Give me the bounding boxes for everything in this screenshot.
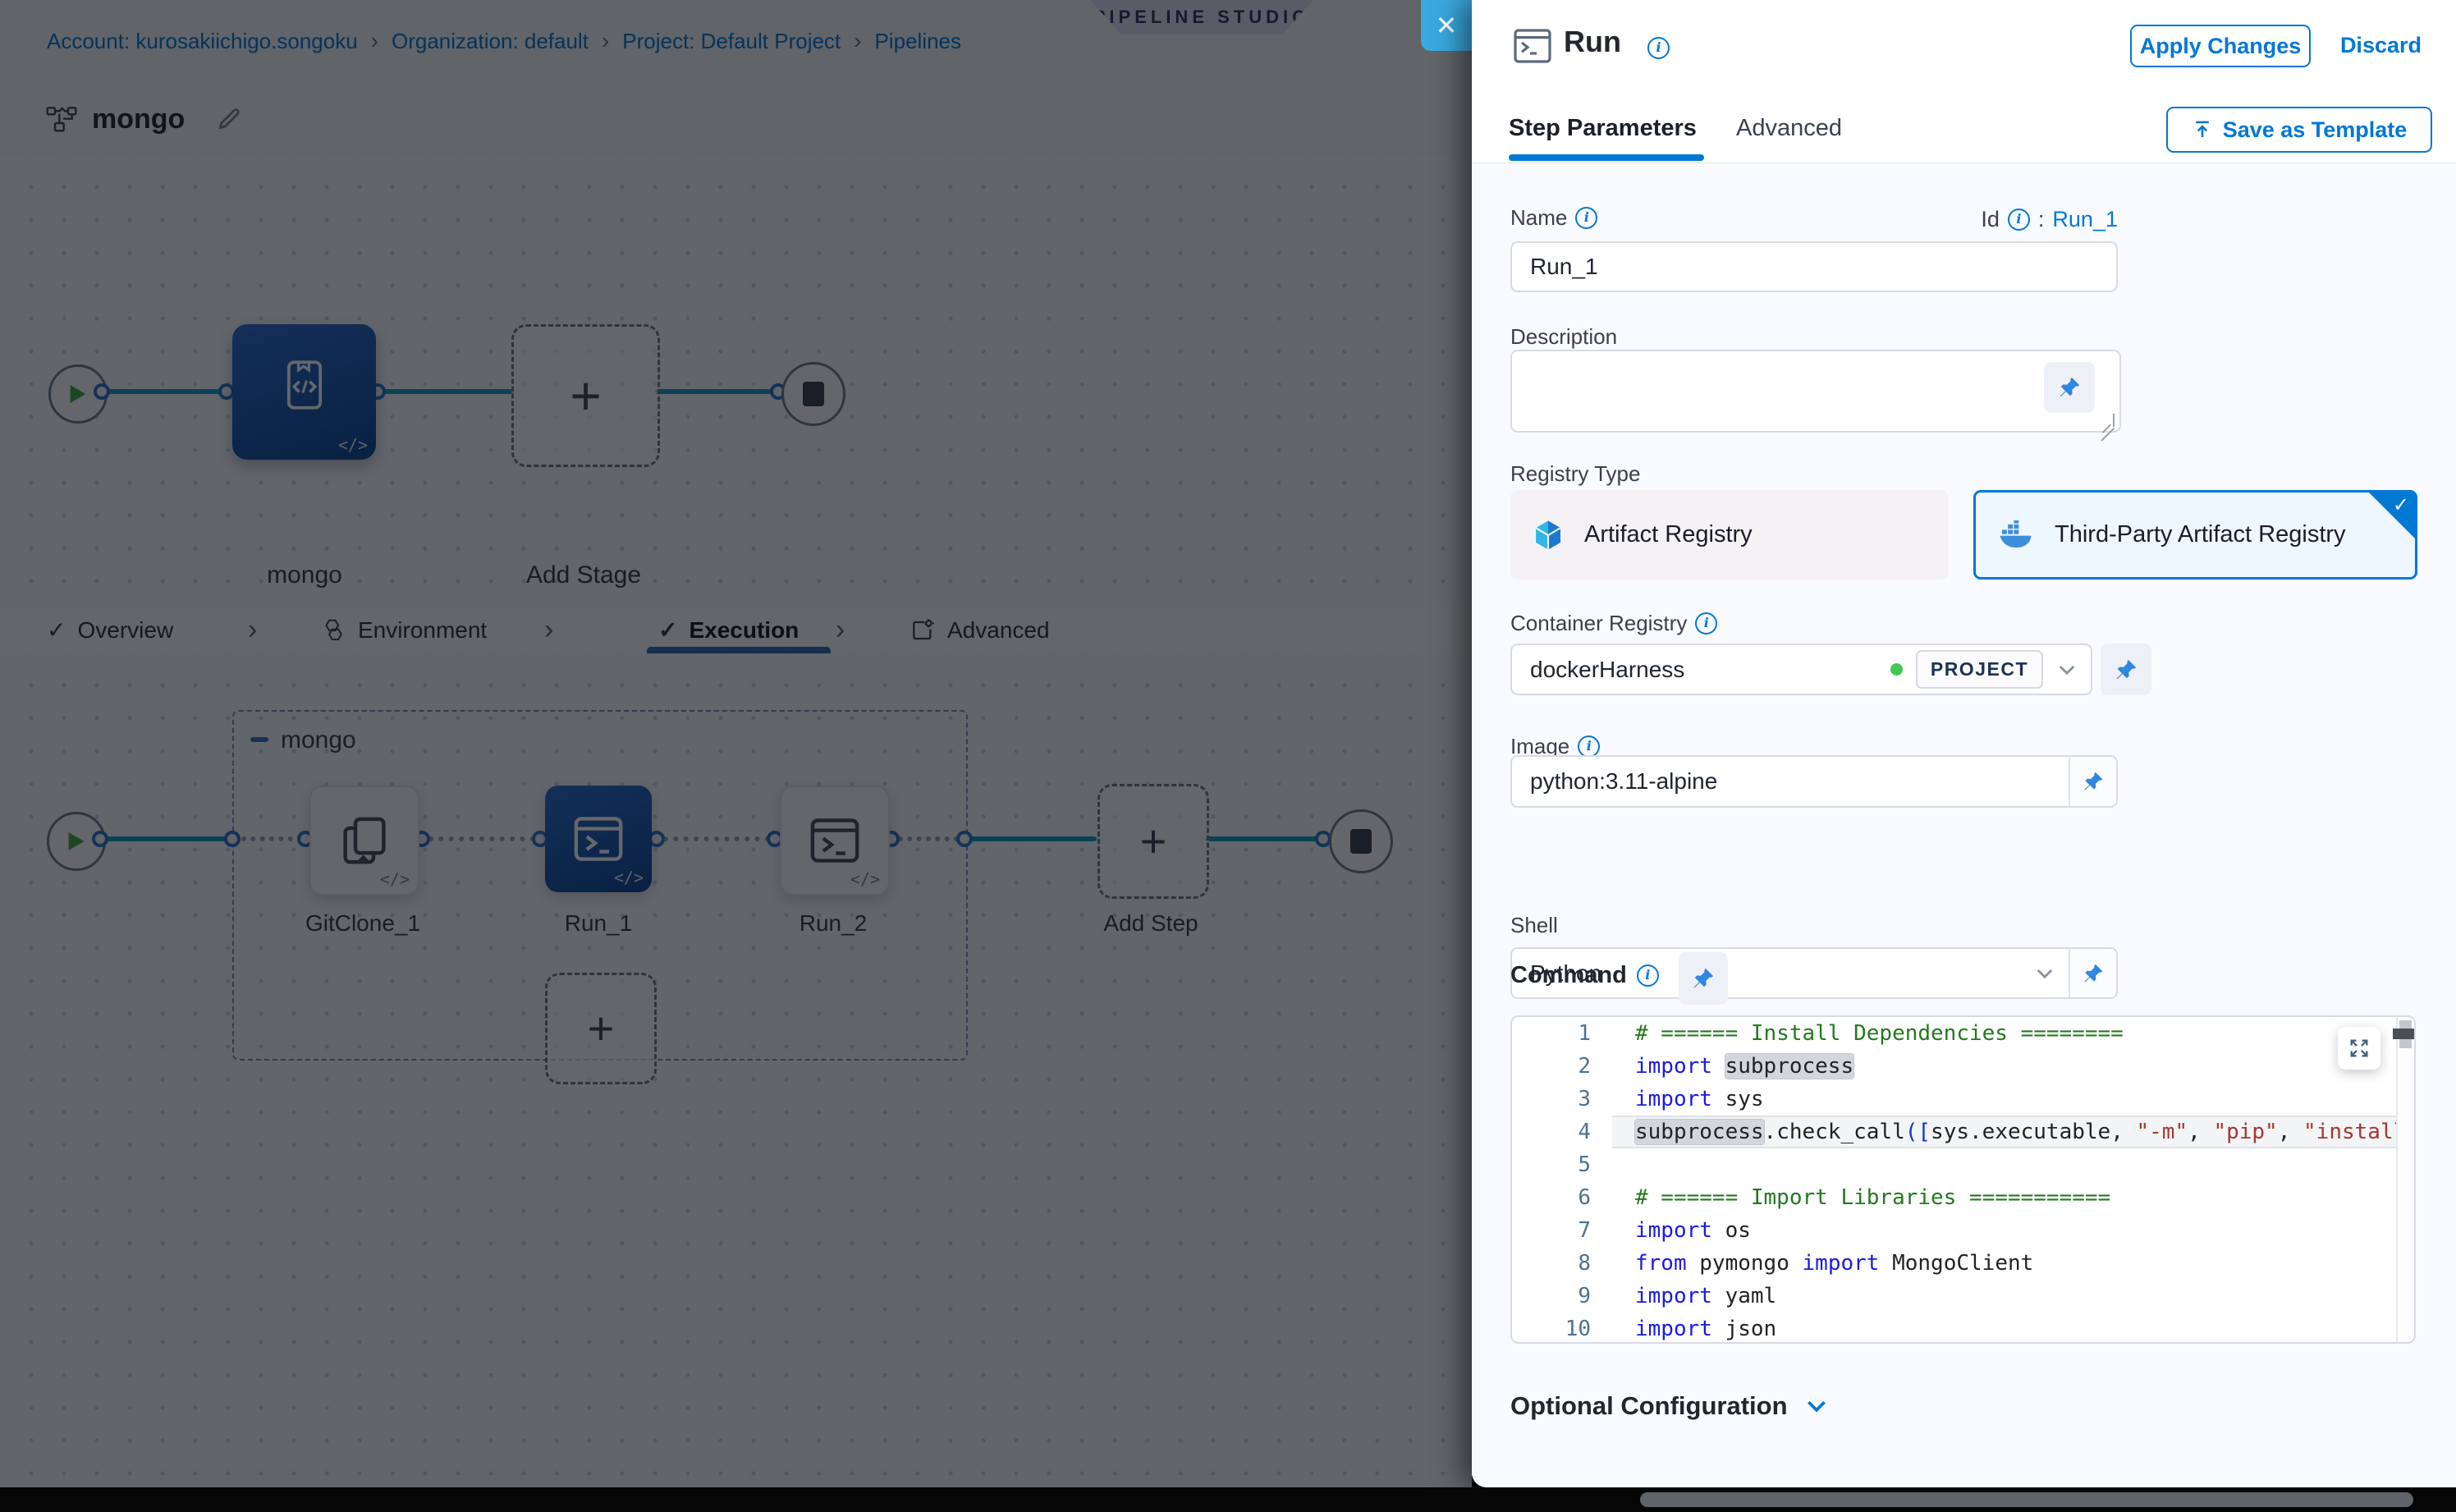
- pin-icon: [2114, 657, 2138, 682]
- pin-runtime-input-button[interactable]: [2069, 949, 2116, 997]
- drawer-tabs-bar: Step Parameters Advanced Save as Templat…: [1472, 92, 2456, 164]
- horizontal-scrollbar[interactable]: [0, 1487, 2456, 1512]
- modal-scrim[interactable]: [0, 0, 1472, 1487]
- registry-type-label-text: Registry Type: [1510, 461, 1640, 487]
- code-line: 2import subprocess: [1512, 1050, 2414, 1083]
- info-icon[interactable]: i: [1575, 207, 1597, 229]
- optional-configuration-label: Optional Configuration: [1510, 1391, 1788, 1421]
- image-input[interactable]: python:3.11-alpine: [1510, 755, 2118, 808]
- name-label-text: Name: [1510, 205, 1567, 231]
- pin-runtime-input-button[interactable]: [2044, 362, 2095, 413]
- pin-runtime-input-button[interactable]: [1679, 952, 1728, 1005]
- id-value: Run_1: [2052, 207, 2118, 232]
- drawer-header: Run i Apply Changes Discard: [1472, 0, 2456, 94]
- id-separator: :: [2038, 207, 2045, 232]
- pipeline-studio-panel: Account: kurosakiichigo.songoku › Organi…: [0, 0, 1472, 1487]
- registry-option-label: Third-Party Artifact Registry: [2055, 521, 2346, 548]
- connector-status-dot: [1890, 663, 1903, 676]
- code-line: 1# ====== Install Dependencies ========: [1512, 1017, 2414, 1050]
- pin-runtime-input-button[interactable]: [2069, 757, 2116, 806]
- upload-icon: [2192, 119, 2213, 140]
- code-line: 6# ====== Import Libraries ===========: [1512, 1181, 2414, 1214]
- chevron-down-icon[interactable]: [2043, 664, 2091, 676]
- code-line: 10import json: [1512, 1313, 2414, 1344]
- id-row: Id i : Run_1: [1981, 207, 2118, 232]
- active-tab-underline: [1509, 154, 1704, 161]
- pin-icon: [2082, 962, 2105, 985]
- save-as-template-button[interactable]: Save as Template: [2166, 107, 2432, 153]
- command-label: Command i: [1510, 962, 1659, 989]
- step-config-drawer: Run i Apply Changes Discard Step Paramet…: [1472, 0, 2456, 1487]
- container-registry-select[interactable]: dockerHarness PROJECT: [1510, 644, 2092, 695]
- container-registry-label-text: Container Registry: [1510, 611, 1687, 636]
- check-icon: ✓: [2393, 493, 2409, 517]
- editor-scrollbar[interactable]: [2396, 1017, 2414, 1342]
- container-registry-label: Container Registry i: [1510, 611, 1717, 636]
- save-as-template-label: Save as Template: [2223, 117, 2408, 143]
- name-label: Name i: [1510, 205, 1597, 231]
- docker-icon: [1999, 520, 2033, 550]
- id-label: Id: [1981, 207, 2000, 232]
- tab-advanced-drawer[interactable]: Advanced: [1736, 115, 1842, 142]
- code-line: 7import os: [1512, 1214, 2414, 1247]
- registry-type-label: Registry Type: [1510, 461, 1640, 487]
- run-step-icon: [1513, 28, 1552, 68]
- info-icon[interactable]: i: [2008, 208, 2030, 231]
- code-line: 4subprocess.check_call([sys.executable, …: [1512, 1116, 2414, 1148]
- apply-changes-button[interactable]: Apply Changes: [2130, 25, 2311, 67]
- artifact-registry-icon: [1533, 520, 1563, 551]
- shell-label: Shell: [1510, 913, 1558, 938]
- info-icon[interactable]: i: [1578, 735, 1600, 758]
- info-icon[interactable]: i: [1637, 964, 1659, 987]
- expand-icon: [2348, 1037, 2371, 1060]
- registry-option-artifact-registry[interactable]: Artifact Registry: [1510, 490, 1949, 580]
- command-editor[interactable]: 1# ====== Install Dependencies ========2…: [1510, 1015, 2416, 1344]
- name-input[interactable]: [1510, 241, 2118, 292]
- shell-label-text: Shell: [1510, 913, 1558, 938]
- discard-button[interactable]: Discard: [2340, 33, 2422, 58]
- description-label: Description: [1510, 324, 1617, 350]
- registry-option-label: Artifact Registry: [1584, 521, 1753, 548]
- chevron-down-icon: [1806, 1400, 1827, 1413]
- optional-configuration-toggle[interactable]: Optional Configuration: [1510, 1391, 1827, 1421]
- container-registry-value: dockerHarness: [1512, 657, 1890, 683]
- chevron-down-icon[interactable]: [2021, 968, 2069, 979]
- selected-check-corner: ✓: [2368, 492, 2416, 539]
- close-drawer-button[interactable]: ✕: [1421, 0, 1472, 51]
- code-line: 5: [1512, 1148, 2414, 1181]
- pin-icon: [2082, 770, 2105, 793]
- code-line: 8from pymongo import MongoClient: [1512, 1247, 2414, 1280]
- code-line: 3import sys: [1512, 1083, 2414, 1116]
- code-line: 9import yaml: [1512, 1280, 2414, 1313]
- description-textarea[interactable]: [1510, 350, 2121, 433]
- command-label-text: Command: [1510, 962, 1627, 989]
- registry-option-third-party[interactable]: Third-Party Artifact Registry ✓: [1973, 490, 2417, 580]
- pin-runtime-input-button[interactable]: [2101, 644, 2151, 695]
- scrollbar-mark: [2393, 1029, 2416, 1039]
- command-editor-lines: 1# ====== Install Dependencies ========2…: [1512, 1017, 2414, 1344]
- description-label-text: Description: [1510, 324, 1617, 350]
- info-icon[interactable]: i: [1695, 612, 1717, 635]
- drawer-title: Run: [1564, 25, 1621, 59]
- expand-editor-button[interactable]: [2338, 1027, 2380, 1070]
- image-value: python:3.11-alpine: [1512, 768, 2069, 795]
- pin-icon: [2057, 375, 2082, 400]
- tab-step-parameters[interactable]: Step Parameters: [1509, 115, 1697, 142]
- horizontal-scrollbar-thumb[interactable]: [1640, 1492, 2413, 1507]
- scope-badge: PROJECT: [1916, 650, 2043, 689]
- info-icon[interactable]: i: [1647, 37, 1670, 59]
- pipeline-studio-screen: Account: kurosakiichigo.songoku › Organi…: [0, 0, 2456, 1512]
- resize-handle[interactable]: [2100, 414, 2115, 427]
- pin-icon: [1691, 966, 1716, 991]
